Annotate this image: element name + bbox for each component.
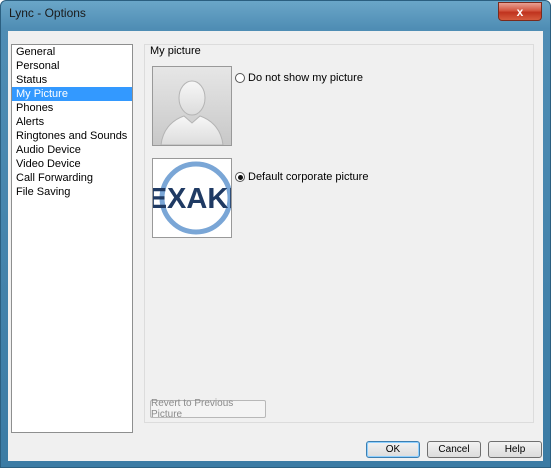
- cancel-button[interactable]: Cancel: [427, 441, 481, 458]
- category-item-general[interactable]: General: [12, 45, 132, 59]
- category-item-ringtones[interactable]: Ringtones and Sounds: [12, 129, 132, 143]
- category-item-status[interactable]: Status: [12, 73, 132, 87]
- corporate-picture-label: Default corporate picture: [248, 171, 369, 183]
- category-item-my-picture[interactable]: My Picture: [12, 87, 132, 101]
- category-item-call-forwarding[interactable]: Call Forwarding: [12, 171, 132, 185]
- help-button[interactable]: Help: [488, 441, 542, 458]
- category-item-personal[interactable]: Personal: [12, 59, 132, 73]
- close-button[interactable]: x: [498, 2, 542, 21]
- corporate-picture: EXAKI: [152, 158, 232, 238]
- category-list: General Personal Status My Picture Phone…: [11, 44, 133, 433]
- my-picture-panel: My picture Do not show my picture XAK De…: [144, 44, 534, 423]
- category-item-phones[interactable]: Phones: [12, 101, 132, 115]
- title-bar[interactable]: Lync - Options x: [1, 1, 550, 23]
- no-picture-option[interactable]: Do not show my picture: [235, 72, 363, 84]
- category-item-audio-device[interactable]: Audio Device: [12, 143, 132, 157]
- person-silhouette-icon: [153, 67, 231, 146]
- corporate-picture-option[interactable]: Default corporate picture: [235, 171, 368, 183]
- corporate-picture-radio[interactable]: [235, 172, 245, 182]
- category-item-video-device[interactable]: Video Device: [12, 157, 132, 171]
- section-title: My picture: [150, 45, 201, 57]
- ok-button[interactable]: OK: [366, 441, 420, 458]
- placeholder-avatar: [152, 66, 232, 146]
- options-window: Lync - Options x General Personal Status…: [0, 0, 551, 468]
- corporate-logo: EXAKI: [153, 159, 231, 237]
- no-picture-label: Do not show my picture: [248, 72, 363, 84]
- no-picture-radio[interactable]: [235, 73, 245, 83]
- radio-selected-dot: [237, 174, 243, 180]
- dialog-client: General Personal Status My Picture Phone…: [8, 31, 543, 461]
- corporate-logo-text: EXAKI: [153, 183, 231, 215]
- revert-picture-button[interactable]: Revert to Previous Picture: [150, 398, 266, 420]
- close-icon: x: [516, 4, 524, 19]
- category-item-alerts[interactable]: Alerts: [12, 115, 132, 129]
- window-title: Lync - Options: [9, 6, 86, 20]
- category-item-file-saving[interactable]: File Saving: [12, 185, 132, 199]
